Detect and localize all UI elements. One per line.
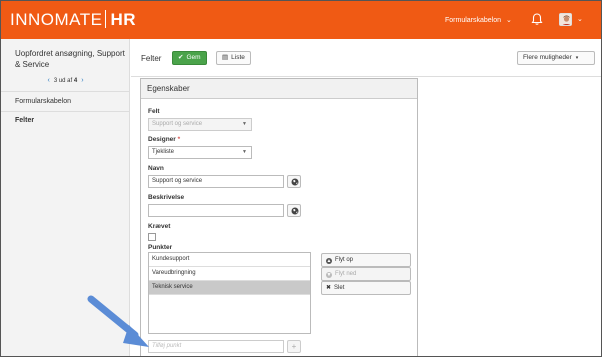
caret-down-icon: ▼ (242, 121, 247, 127)
globe-icon (291, 207, 299, 215)
notification-bell-icon[interactable] (530, 12, 544, 26)
list-item-selected[interactable]: Teknisk service (149, 281, 310, 295)
felt-label: Felt (148, 108, 160, 115)
logo-separator (105, 10, 107, 28)
items-listbox[interactable]: Kundesupport Vareudbringning Teknisk ser… (148, 252, 311, 334)
arrow-up-icon: ▲ (326, 258, 332, 264)
delete-button[interactable]: ✖ Slet (321, 281, 411, 295)
caret-down-icon: ▼ (242, 149, 247, 155)
pager-total: 4 (73, 78, 78, 84)
more-options-label: Flere muligheder (523, 54, 572, 61)
list-button-label: Liste (231, 54, 245, 61)
template-menu-label: Formularskabelon (445, 17, 502, 24)
add-item-button[interactable]: + (287, 340, 301, 353)
top-bar: INNOMATE HR Formularskabelon ⌄ ⌄ (1, 1, 601, 39)
required-checkbox[interactable] (148, 233, 156, 241)
sidebar-divider (1, 91, 130, 92)
list-button[interactable]: ▤ Liste (216, 51, 251, 65)
save-button-label: Gem (186, 54, 201, 61)
punkter-label: Punkter (148, 244, 173, 251)
panel-header: Egenskaber (141, 79, 417, 99)
translate-globe-button[interactable] (287, 175, 301, 188)
translate-globe-button[interactable] (287, 204, 301, 217)
save-button[interactable]: ✔ Gem (172, 51, 207, 65)
panel-title: Egenskaber (147, 84, 190, 93)
sidebar-item-felter[interactable]: Felter (15, 117, 34, 124)
required-marker: * (177, 136, 181, 143)
beskrivelse-label: Beskrivelse (148, 194, 185, 201)
list-item[interactable]: Vareudbringning (149, 267, 310, 281)
navn-value: Support og service (152, 178, 203, 184)
felt-select: Support og service ▼ (148, 118, 252, 131)
designer-label: Designer * (148, 136, 180, 143)
section-title: Felter (141, 54, 162, 63)
list-icon: ▤ (222, 54, 229, 61)
record-title: Uopfordret ansøgning, Support & Service (15, 49, 125, 69)
toolbar: Felter ✔ Gem ▤ Liste Flere muligheder ▾ (131, 39, 601, 77)
chevron-right-icon[interactable]: › (81, 77, 83, 84)
move-down-label: Flyt ned (335, 271, 357, 277)
move-up-button[interactable]: ▲ Flyt op (321, 253, 411, 267)
template-menu[interactable]: Formularskabelon ⌄ (445, 16, 512, 24)
pager-text: 3 ud af (53, 78, 73, 84)
kraevet-label: Krævet (148, 223, 171, 230)
logo-brand: INNOMATE (10, 10, 103, 29)
logo-suffix: HR (110, 10, 137, 29)
sidebar-divider (1, 111, 130, 112)
user-avatar[interactable] (559, 13, 572, 26)
annotation-arrow-icon (87, 295, 149, 347)
properties-panel: Egenskaber Felt Support og service ▼ Desi… (140, 78, 418, 356)
sidebar-item-formularskabelon[interactable]: Formularskabelon (15, 98, 71, 105)
felt-value: Support og service (152, 121, 203, 127)
navn-label: Navn (148, 165, 164, 172)
checkmark-icon: ✔ (178, 54, 184, 61)
move-up-label: Flyt op (335, 257, 354, 263)
caret-down-icon: ▾ (575, 55, 579, 61)
delete-label: Slet (334, 285, 345, 291)
add-item-input[interactable]: Tilføj punkt (148, 340, 284, 353)
navn-input[interactable]: Support og service (148, 175, 284, 188)
close-icon: ✖ (326, 285, 332, 291)
beskrivelse-input[interactable] (148, 204, 284, 217)
globe-icon (291, 178, 299, 186)
designer-value: Tjekliste (152, 149, 175, 155)
app-window: INNOMATE HR Formularskabelon ⌄ ⌄ Uopfordre… (0, 0, 602, 357)
chevron-down-icon: ⌄ (506, 17, 512, 24)
list-item[interactable]: Kundesupport (149, 253, 310, 267)
record-pager: ‹ 3 ud af 4 › (1, 77, 130, 84)
user-menu-chevron-icon[interactable]: ⌄ (577, 15, 583, 23)
designer-label-text: Designer (148, 136, 176, 143)
more-options-button[interactable]: Flere muligheder ▾ (517, 51, 595, 65)
arrow-down-icon: ▼ (326, 272, 332, 278)
designer-select[interactable]: Tjekliste ▼ (148, 146, 252, 159)
logo[interactable]: INNOMATE HR (10, 10, 136, 30)
plus-icon: + (291, 342, 297, 351)
chevron-left-icon[interactable]: ‹ (47, 77, 49, 84)
move-down-button[interactable]: ▼ Flyt ned (321, 267, 411, 281)
